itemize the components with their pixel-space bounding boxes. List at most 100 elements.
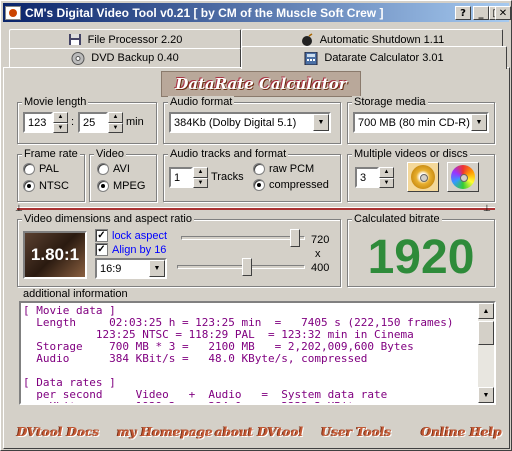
align-checkbox[interactable]: ✓ Align by 16 [95,243,166,256]
tab-label: Datarate Calculator 3.01 [324,52,444,64]
link-dvtool-docs[interactable]: DVtool Docs [17,425,99,439]
cd-gold-icon [411,165,435,189]
checkmark-icon[interactable]: ✓ [95,229,108,242]
frame-rate-group: Frame rate [17,148,85,202]
mpeg-label: MPEG [113,180,146,192]
aspect-preview: 1.80:1 [23,231,87,279]
title-bar: CM's Digital Video Tool v0.21 [ by CM of… [3,3,509,22]
radio-dot[interactable] [253,179,265,191]
height-value: 400 [311,262,330,274]
storage-media-value: 700 MB (80 min CD-R) [358,116,470,129]
tracks-label: Tracks [211,171,244,183]
disc-icon [71,51,85,65]
minutes-spinner[interactable]: ▲ ▼ [108,112,123,133]
audio-format-value: 384Kb (Dolby Digital 5.1) [174,116,297,129]
spin-up-icon[interactable]: ▲ [193,167,208,178]
video-label: Video [94,148,126,160]
ratio-select[interactable]: 16:9 ▼ [95,258,167,279]
tracks-input[interactable]: 1 [169,167,193,188]
calculator-icon [304,51,318,65]
multiple-input[interactable]: 3 [355,167,379,188]
scroll-down-icon[interactable]: ▼ [478,387,494,403]
spin-up-icon[interactable]: ▲ [53,112,68,123]
close-button[interactable]: ✕ [495,6,511,20]
checkmark-icon[interactable]: ✓ [95,243,108,256]
spin-down-icon[interactable]: ▼ [108,122,123,133]
width-slider-track[interactable] [181,236,305,240]
avi-label: AVI [113,163,130,175]
hours-spinner[interactable]: ▲ ▼ [53,112,68,133]
help-button[interactable]: ? [455,6,471,20]
radio-dot[interactable] [253,163,265,175]
link-my-homepage[interactable]: my Homepage [117,425,213,439]
minutes-input[interactable]: 25 [78,112,108,133]
minutes-unit: min [126,116,144,128]
width-value: 720 [311,234,330,246]
ntsc-radio[interactable]: NTSC [23,180,69,192]
video-group: Video [89,148,157,202]
chevron-down-icon[interactable]: ▼ [313,114,329,131]
window-title: CM's Digital Video Tool v0.21 [ by CM of… [25,5,384,20]
spin-down-icon[interactable]: ▼ [193,177,208,188]
multiple-spinner[interactable]: ▲ ▼ [379,167,394,188]
spin-up-icon[interactable]: ▲ [379,167,394,178]
radio-dot[interactable] [23,163,35,175]
spin-down-icon[interactable]: ▼ [53,122,68,133]
tracks-spinner[interactable]: ▲ ▼ [193,167,208,188]
link-online-help[interactable]: Online Help [421,425,502,439]
mpeg-radio[interactable]: MPEG [97,180,145,192]
radio-dot[interactable] [97,180,109,192]
bitrate-label: Calculated bitrate [352,213,442,225]
lock-aspect-checkbox[interactable]: ✓ lock aspect [95,229,167,242]
info-text: [ Movie data ] Length 02:03:25 h = 123:2… [23,304,454,404]
raw-pcm-radio[interactable]: raw PCM [253,163,314,175]
tab-strip: File Processor 2.20 Automatic Shutdown 1… [1,25,512,69]
tab-file-processor[interactable]: File Processor 2.20 [9,29,241,49]
height-slider-thumb[interactable] [241,258,252,276]
tab-label: Automatic Shutdown 1.11 [319,33,445,46]
storage-media-select[interactable]: 700 MB (80 min CD-R) ▼ [353,112,489,133]
divider-anchor-icon: ⊥ [483,203,491,213]
multiple-videos-button[interactable] [407,162,439,192]
info-textbox[interactable]: [ Movie data ] Length 02:03:25 h = 123:2… [19,301,496,405]
minimize-button[interactable]: _ [473,6,489,20]
multiple-label: Multiple videos or discs [352,148,470,160]
raw-pcm-label: raw PCM [269,163,315,175]
link-user-tools[interactable]: User Tools [321,425,391,439]
audio-format-label: Audio format [168,96,235,108]
avi-radio[interactable]: AVI [97,163,130,175]
bitrate-value: 1920 [367,230,475,284]
hours-input[interactable]: 123 [23,112,53,133]
frame-rate-label: Frame rate [22,148,80,160]
spin-down-icon[interactable]: ▼ [379,177,394,188]
radio-dot[interactable] [97,163,109,175]
lock-aspect-label: lock aspect [112,229,168,242]
tab-label: File Processor 2.20 [87,33,183,46]
spin-up-icon[interactable]: ▲ [108,112,123,123]
dimensions-label: Video dimensions and aspect ratio [22,213,194,225]
floppy-icon [68,33,82,46]
width-slider-thumb[interactable] [290,229,301,247]
times-label: x [315,248,321,260]
ratio-value: 16:9 [100,262,122,275]
compressed-radio[interactable]: compressed [253,179,329,191]
scroll-up-icon[interactable]: ▲ [478,303,494,319]
audio-tracks-label: Audio tracks and format [168,148,289,160]
radio-dot[interactable] [23,180,35,192]
ntsc-label: NTSC [39,180,69,192]
chevron-down-icon[interactable]: ▼ [149,260,165,277]
tab-dvd-backup[interactable]: DVD Backup 0.40 [9,48,241,68]
cd-rainbow-icon [451,165,475,189]
compressed-label: compressed [269,179,329,191]
chevron-down-icon[interactable]: ▼ [471,114,487,131]
info-scrollbar[interactable]: ▲ ▼ [478,303,494,403]
pal-radio[interactable]: PAL [23,163,59,175]
scroll-thumb[interactable] [478,321,494,345]
section-divider [17,207,495,210]
audio-format-select[interactable]: 384Kb (Dolby Digital 5.1) ▼ [169,112,331,133]
tab-datarate-calculator[interactable]: Datarate Calculator 3.01 [241,46,507,69]
footer-links: DVtool Docs my Homepage about DVtool Use… [1,419,512,449]
link-about-dvtool[interactable]: about DVtool [215,425,303,439]
multiple-discs-button[interactable] [447,162,479,192]
time-separator: : [71,116,75,128]
